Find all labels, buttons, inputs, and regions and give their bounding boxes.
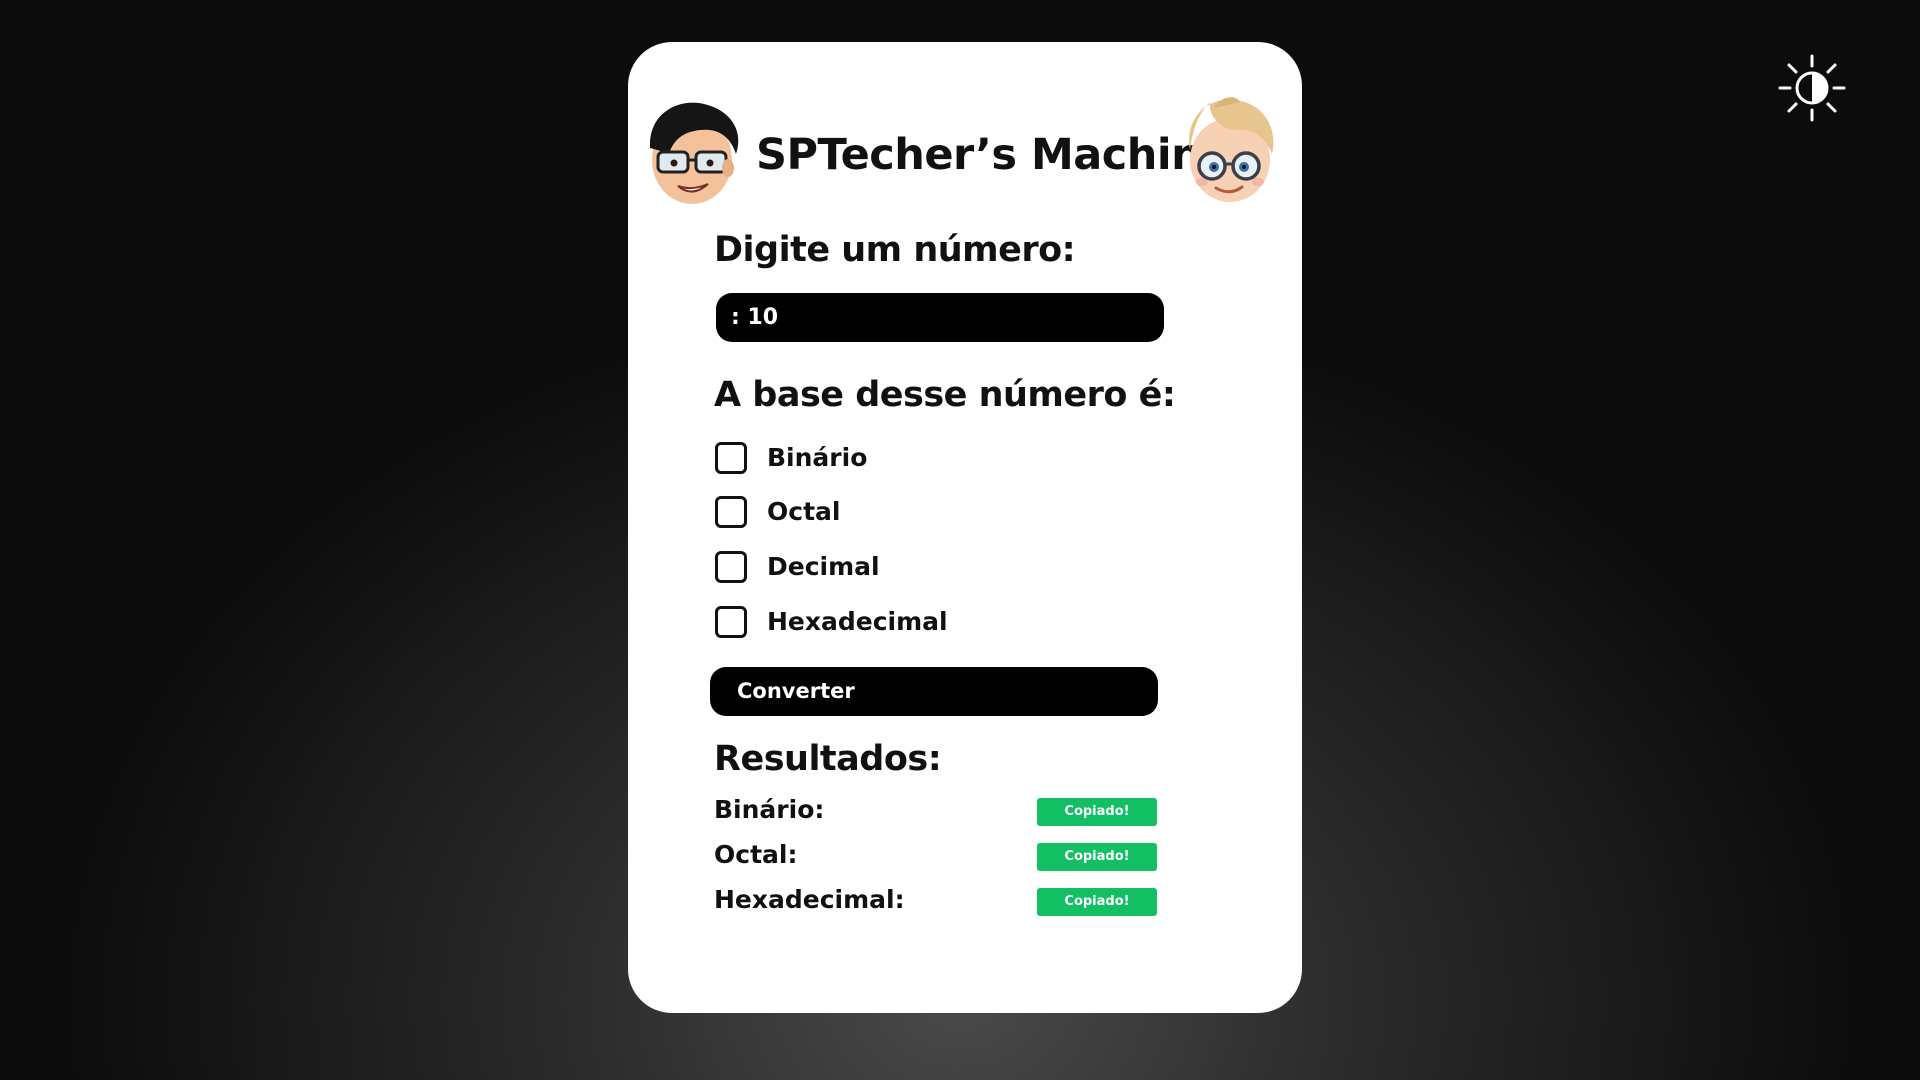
result-row-hexadecimal: Hexadecimal: Copiado! <box>714 884 1164 916</box>
number-input[interactable]: : 10 <box>716 293 1164 342</box>
copy-octal-button[interactable]: Copiado! <box>1037 843 1157 871</box>
copy-hexadecimal-button[interactable]: Copiado! <box>1037 888 1157 916</box>
checkbox-decimal[interactable] <box>715 551 747 583</box>
option-hexadecimal[interactable]: Hexadecimal <box>715 606 1015 640</box>
converter-card: SPTecher’s Machine Digite um número: : 1… <box>628 42 1302 1013</box>
checkbox-binario[interactable] <box>715 442 747 474</box>
theme-toggle-button[interactable] <box>1778 54 1846 122</box>
option-binario-label: Binário <box>767 443 868 472</box>
result-binario-label: Binário: <box>714 795 825 824</box>
option-octal-label: Octal <box>767 497 841 526</box>
option-octal[interactable]: Octal <box>715 496 1015 530</box>
avatar-left <box>640 92 750 212</box>
result-hexadecimal-label: Hexadecimal: <box>714 885 905 914</box>
result-row-octal: Octal: Copiado! <box>714 839 1164 871</box>
result-row-binario: Binário: Copiado! <box>714 794 1164 826</box>
base-question-label: A base desse número é: <box>714 375 1176 415</box>
sun-half-icon <box>1778 54 1846 122</box>
convert-button[interactable]: Converter <box>710 667 1158 716</box>
app-title: SPTecher’s Machine <box>756 130 1230 180</box>
option-decimal-label: Decimal <box>767 552 880 581</box>
header: SPTecher’s Machine <box>628 92 1302 212</box>
option-hexadecimal-label: Hexadecimal <box>767 607 948 636</box>
checkbox-octal[interactable] <box>715 496 747 528</box>
result-octal-label: Octal: <box>714 840 798 869</box>
avatar-right <box>1174 88 1284 208</box>
results-title: Resultados: <box>714 739 942 779</box>
checkbox-hexadecimal[interactable] <box>715 606 747 638</box>
option-binario[interactable]: Binário <box>715 442 1015 476</box>
number-input-label: Digite um número: <box>714 230 1076 270</box>
copy-binario-button[interactable]: Copiado! <box>1037 798 1157 826</box>
option-decimal[interactable]: Decimal <box>715 551 1015 585</box>
